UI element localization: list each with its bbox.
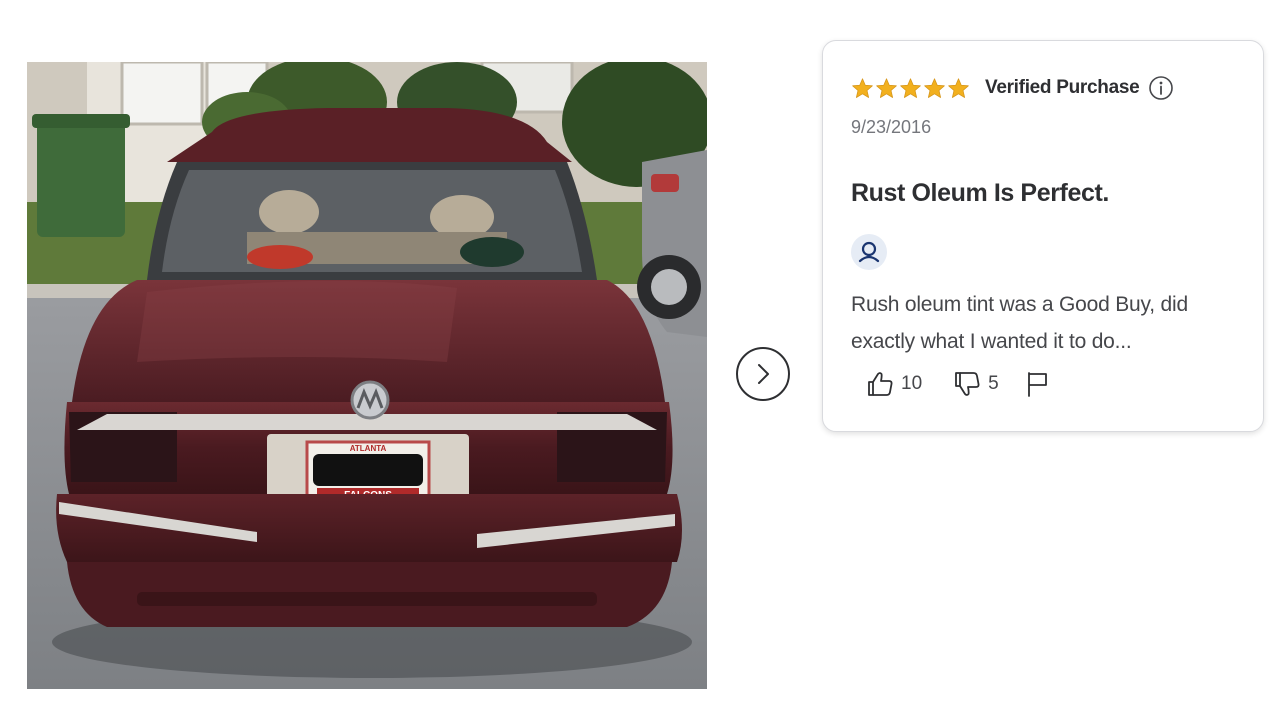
- report-button[interactable]: [1025, 369, 1051, 399]
- star-icon: [924, 77, 945, 98]
- not-helpful-button[interactable]: 5: [952, 369, 999, 399]
- review-viewer: ATLANTA FALCONS Verified Purchas: [0, 0, 1273, 710]
- not-helpful-count: 5: [988, 373, 999, 394]
- star-icon: [852, 77, 873, 98]
- avatar: [851, 234, 887, 270]
- chevron-right-icon: [758, 364, 769, 384]
- helpful-count: 10: [901, 373, 923, 394]
- rating-row: Verified Purchase: [851, 75, 1174, 101]
- user-avatar-icon: [858, 241, 880, 263]
- thumbs-down-icon: [955, 372, 980, 396]
- verified-purchase-label: Verified Purchase: [985, 77, 1140, 98]
- next-review-button[interactable]: [736, 347, 790, 401]
- star-icon: [900, 77, 921, 98]
- thumbs-up-icon: [868, 372, 893, 396]
- helpful-button[interactable]: 10: [865, 369, 922, 399]
- plate-top-text: ATLANTA: [350, 444, 387, 453]
- flag-icon: [1027, 372, 1047, 397]
- star-icon: [948, 77, 969, 98]
- review-date: 9/23/2016: [851, 117, 932, 137]
- star-rating: [851, 77, 970, 100]
- info-icon[interactable]: [1148, 75, 1174, 101]
- review-actions: 10 5: [865, 368, 1051, 400]
- review-title: Rust Oleum Is Perfect.: [851, 179, 1109, 207]
- review-card: Verified Purchase 9/23/2016 Rust Oleum I…: [822, 40, 1264, 432]
- review-photo: ATLANTA FALCONS: [27, 62, 707, 689]
- star-icon: [876, 77, 897, 98]
- review-body: Rush oleum tint was a Good Buy, did exac…: [851, 293, 1188, 353]
